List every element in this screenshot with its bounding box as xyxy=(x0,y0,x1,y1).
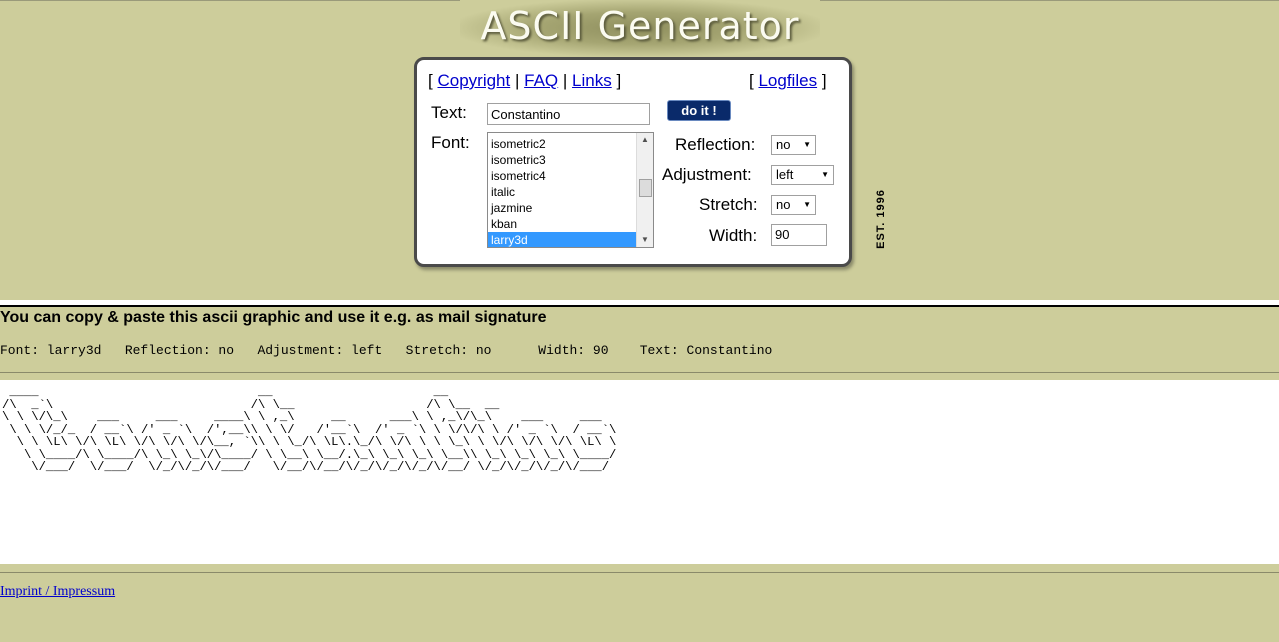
ascii-output-area: ____ __ __ /\ _`\ /\ \__ /\ \__ __ \ \ \… xyxy=(0,380,1279,564)
page-title: ASCII Generator xyxy=(480,4,800,48)
ascii-art: ____ __ __ /\ _`\ /\ \__ /\ \__ __ \ \ \… xyxy=(2,385,617,474)
bracket-open: [ xyxy=(749,71,754,90)
font-option[interactable]: jazmine xyxy=(488,200,636,216)
width-input[interactable]: 90 xyxy=(771,224,827,246)
imprint-link[interactable]: Imprint / Impressum xyxy=(0,584,115,600)
font-option[interactable]: italic xyxy=(488,184,636,200)
divider xyxy=(0,300,1279,307)
reflection-value: no xyxy=(776,137,791,152)
reflection-label: Reflection: xyxy=(675,135,756,154)
stretch-select[interactable]: no ▼ xyxy=(771,195,816,215)
scroll-down-icon[interactable]: ▼ xyxy=(637,233,653,247)
divider xyxy=(0,572,1279,573)
copyright-link[interactable]: Copyright xyxy=(437,71,510,90)
font-list-scrollbar[interactable]: ▲ ▼ xyxy=(636,133,653,247)
settings-summary: Font: larry3d Reflection: no Adjustment:… xyxy=(0,343,773,358)
reflection-select[interactable]: no ▼ xyxy=(771,135,816,155)
font-option[interactable]: isometric3 xyxy=(488,152,636,168)
separator: | xyxy=(514,71,520,90)
font-listbox[interactable]: isometric2 isometric3 isometric4 italic … xyxy=(487,132,654,248)
chevron-down-icon: ▼ xyxy=(803,140,811,149)
stretch-label: Stretch: xyxy=(699,195,758,214)
width-label: Width: xyxy=(709,226,758,245)
stretch-value: no xyxy=(776,197,791,212)
chevron-down-icon: ▼ xyxy=(803,200,811,209)
scroll-up-icon[interactable]: ▲ xyxy=(637,133,653,147)
font-option[interactable]: isometric4 xyxy=(488,168,636,184)
adjustment-select[interactable]: left ▼ xyxy=(771,165,834,185)
links-link[interactable]: Links xyxy=(572,71,612,90)
bracket-open: [ xyxy=(428,71,433,90)
do-it-button[interactable]: do it ! xyxy=(667,100,731,121)
text-label: Text: xyxy=(431,103,467,122)
adjustment-label: Adjustment: xyxy=(662,165,752,184)
text-input[interactable] xyxy=(487,103,650,125)
divider xyxy=(0,372,1279,373)
adjustment-value: left xyxy=(776,167,794,182)
font-option[interactable]: isometric2 xyxy=(488,136,636,152)
bracket-close: ] xyxy=(616,71,622,90)
nav-links: [ Copyright | FAQ | Links ] xyxy=(428,71,621,91)
scroll-thumb[interactable] xyxy=(639,179,652,197)
logfiles-nav: [ Logfiles ] xyxy=(749,71,827,91)
chevron-down-icon: ▼ xyxy=(821,170,829,179)
font-option[interactable]: kban xyxy=(488,216,636,232)
faq-link[interactable]: FAQ xyxy=(524,71,558,90)
logfiles-link[interactable]: Logfiles xyxy=(758,71,817,90)
font-label: Font: xyxy=(431,133,470,152)
copy-info-heading: You can copy & paste this ascii graphic … xyxy=(0,309,547,326)
separator: | xyxy=(562,71,568,90)
font-option-selected[interactable]: larry3d xyxy=(488,232,636,247)
bracket-close: ] xyxy=(821,71,827,90)
est-badge: EST. 1996 xyxy=(875,189,887,249)
